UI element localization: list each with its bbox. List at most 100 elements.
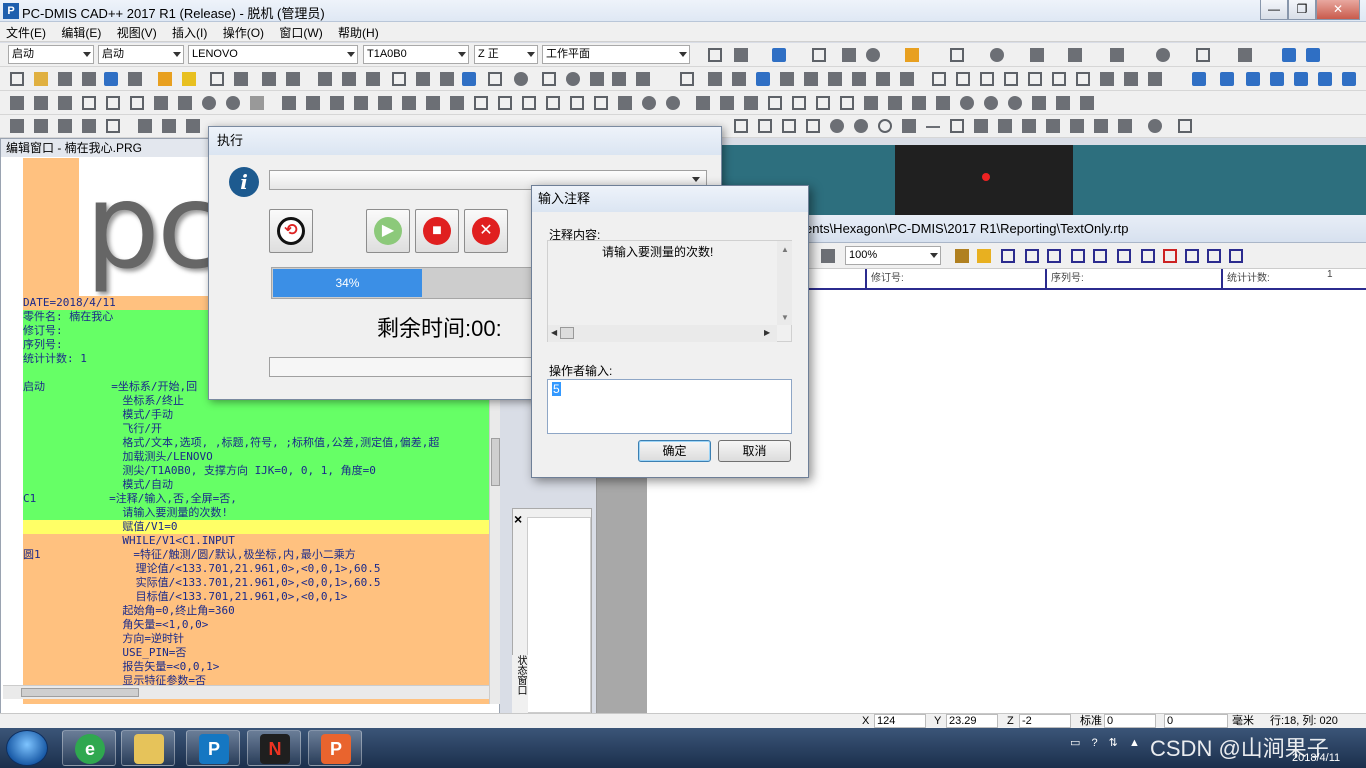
check-2-icon[interactable] — [186, 119, 200, 133]
menu-insert[interactable]: 插入(I) — [166, 22, 213, 41]
dim-18-icon[interactable] — [1148, 119, 1162, 133]
arrow-icon[interactable] — [182, 72, 196, 86]
code-line[interactable]: 圆1 =特征/触测/圆/默认,极坐标,内,最小二乘方 — [23, 548, 489, 562]
comment-vertical-scrollbar[interactable]: ▲ ▼ — [777, 241, 792, 325]
report-icon[interactable] — [1110, 48, 1124, 62]
continue-button[interactable]: ▶ — [366, 209, 410, 253]
cancel-button[interactable]: 取消 — [718, 440, 791, 462]
code-line[interactable]: 理论值/<133.701,21.961,0>,<0,0,1>,60.5 — [23, 562, 489, 576]
help-tray-icon[interactable]: ? — [1091, 737, 1097, 749]
measured-14-icon[interactable] — [594, 96, 608, 110]
gear-icon[interactable] — [1156, 48, 1170, 62]
dim-5-icon[interactable] — [830, 119, 844, 133]
menu-window[interactable]: 窗口(W) — [273, 22, 328, 41]
feature5-icon[interactable] — [804, 72, 818, 86]
construct-2-icon[interactable] — [720, 96, 734, 110]
report-template-4-icon[interactable] — [1071, 249, 1085, 263]
help-icon[interactable] — [250, 96, 264, 110]
block3-icon[interactable] — [366, 72, 380, 86]
grid-icon[interactable] — [1030, 48, 1044, 62]
code-line[interactable]: 模式/手动 — [23, 408, 489, 422]
report-template-10-icon[interactable] — [1207, 249, 1221, 263]
dim-7-icon[interactable] — [878, 119, 892, 133]
construct-3-icon[interactable] — [744, 96, 758, 110]
edit-2-icon[interactable] — [34, 119, 48, 133]
tool2-icon[interactable] — [234, 72, 248, 86]
code-line[interactable]: C1 =注释/输入,否,全屏=否, — [23, 492, 489, 506]
block2-icon[interactable] — [342, 72, 356, 86]
report-template-8-icon[interactable] — [1163, 249, 1177, 263]
window2-icon[interactable] — [1306, 48, 1320, 62]
construct-16-icon[interactable] — [1056, 96, 1070, 110]
construct-5-icon[interactable] — [792, 96, 806, 110]
dim-16-icon[interactable] — [1094, 119, 1108, 133]
menu-file[interactable]: 文件(E) — [0, 22, 52, 41]
view2-icon[interactable] — [956, 72, 970, 86]
feature7-icon[interactable] — [852, 72, 866, 86]
menu-help[interactable]: 帮助(H) — [332, 22, 385, 41]
feature4-icon[interactable] — [780, 72, 794, 86]
taskbar-powerpoint[interactable]: P — [308, 730, 362, 766]
ok-button[interactable]: 确定 — [638, 440, 711, 462]
feature9-icon[interactable] — [900, 72, 914, 86]
construct-15-icon[interactable] — [1032, 96, 1046, 110]
construct-1-icon[interactable] — [696, 96, 710, 110]
view7-icon[interactable] — [1076, 72, 1090, 86]
execute-icon[interactable] — [905, 48, 919, 62]
dim-6-icon[interactable] — [854, 119, 868, 133]
dim-15-icon[interactable] — [1070, 119, 1084, 133]
maximize-button[interactable]: ❐ — [1288, 0, 1316, 20]
sim6-icon[interactable] — [1318, 72, 1332, 86]
code-line[interactable]: 加载测头/LENOVO — [23, 450, 489, 464]
measured-4-icon[interactable] — [354, 96, 368, 110]
construct-13-icon[interactable] — [984, 96, 998, 110]
camera-icon[interactable] — [680, 72, 694, 86]
sphere-icon[interactable] — [866, 48, 880, 62]
edit-1-icon[interactable] — [10, 119, 24, 133]
operator-input-field[interactable]: 5 — [547, 379, 792, 434]
auto-feature-4-icon[interactable] — [82, 96, 96, 110]
view9-icon[interactable] — [1124, 72, 1138, 86]
export-icon[interactable] — [128, 72, 142, 86]
save-icon[interactable] — [104, 72, 118, 86]
code-line[interactable]: 目标值/<133.701,21.961,0>,<0,0,1> — [23, 590, 489, 604]
sim-icon[interactable] — [1192, 72, 1206, 86]
tool4-icon[interactable] — [286, 72, 300, 86]
auto-feature-1-icon[interactable] — [10, 96, 24, 110]
move-icon[interactable] — [812, 48, 826, 62]
alignment-combo-2[interactable]: 启动 — [98, 45, 184, 64]
run-icon[interactable] — [158, 72, 172, 86]
construct-4-icon[interactable] — [768, 96, 782, 110]
report-tool-icon[interactable] — [977, 249, 991, 263]
code-line[interactable]: 测尖/T1A0B0, 支撑方向 IJK=0, 0, 1, 角度=0 — [23, 464, 489, 478]
scroll-up-icon[interactable]: ▲ — [781, 245, 789, 254]
measured-5-icon[interactable] — [378, 96, 392, 110]
check-1-icon[interactable] — [162, 119, 176, 133]
report-template-11-icon[interactable] — [1229, 249, 1243, 263]
report-template-6-icon[interactable] — [1117, 249, 1131, 263]
dim-4-icon[interactable] — [806, 119, 820, 133]
scan-icon[interactable] — [590, 72, 604, 86]
measured-1-icon[interactable] — [282, 96, 296, 110]
comment-horizontal-scrollbar[interactable]: ◀ ▶ — [548, 325, 777, 342]
view1-icon[interactable] — [932, 72, 946, 86]
disk-icon[interactable] — [990, 48, 1004, 62]
feature3-icon[interactable] — [756, 72, 770, 86]
cube-icon[interactable] — [734, 48, 748, 62]
open-icon[interactable] — [34, 72, 48, 86]
construct-7-icon[interactable] — [840, 96, 854, 110]
code-line[interactable]: 方向=逆时针 — [23, 632, 489, 646]
feature-icon[interactable] — [708, 72, 722, 86]
dim-9-icon[interactable] — [926, 126, 940, 128]
measured-15-icon[interactable] — [618, 96, 632, 110]
sim5-icon[interactable] — [1294, 72, 1308, 86]
measured-12-icon[interactable] — [546, 96, 560, 110]
cross-icon[interactable] — [488, 72, 502, 86]
print-icon[interactable] — [58, 72, 72, 86]
menu-edit[interactable]: 编辑(E) — [55, 22, 107, 41]
code-line[interactable]: WHILE/V1<C1.INPUT — [23, 534, 489, 548]
auto-feature-8-icon[interactable] — [178, 96, 192, 110]
code-line[interactable]: 格式/文本,选项, ,标题,符号, ;标称值,公差,测定值,偏差,超 — [23, 436, 489, 450]
probe-mode-icon[interactable] — [772, 48, 786, 62]
minimize-button[interactable]: — — [1260, 0, 1288, 20]
